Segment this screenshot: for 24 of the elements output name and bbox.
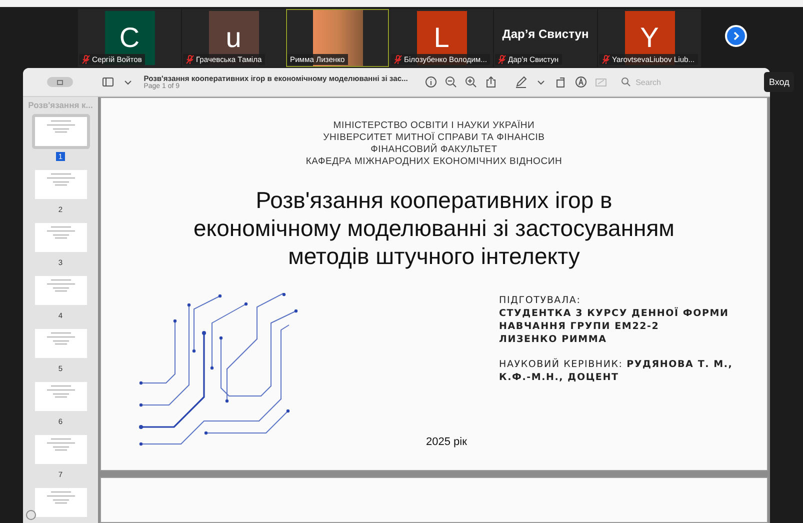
slide-title: методів штучного інтелекту [287,242,581,270]
chevron-right-icon [731,31,741,41]
settings-icon[interactable] [26,510,36,520]
participant-display-name: Дар’я Свистун [502,27,589,41]
supervisor-line: К.Ф.-М.Н., ДОЦЕНТ [499,371,620,384]
page-thumbnail[interactable] [32,114,90,149]
institution-line: ФІНАНСОВИЙ ФАКУЛЬТЕТ [370,144,498,156]
supervisor-line: НАУКОВИЙ КЕРІВНИК: РУДЯНОВА Т. М., [499,358,733,371]
author-line: ЛИЗЕНКО РИММА [499,333,608,346]
prepared-label: ПІДГОТУВАЛА: [499,294,582,307]
search-field[interactable]: Search [634,76,758,88]
slide-title: Розв'язання кооперативних ігор в [254,186,614,214]
slide-title: економічному моделюванні зі застосуванням [193,214,674,242]
institution-line: КАФЕДРА МІЖНАРОДНИХ ЕКОНОМІЧНИХ ВІДНОСИН [306,156,562,168]
sidebar-title: Розв'язання к... [28,100,93,110]
sidebar-toggle-icon[interactable] [47,77,74,87]
institution-line: МІНІСТЕРСТВО ОСВІТИ І НАУКИ УКРАЇНИ [332,120,536,132]
search-icon [620,77,632,87]
login-button[interactable]: Вход [764,72,794,92]
next-button[interactable] [725,25,747,47]
year-text: 2025 рік [426,436,467,448]
author-line: НАВЧАННЯ ГРУПИ ЕМ22-2 [499,320,660,333]
institution-line: УНІВЕРСИТЕТ МИТНОЇ СПРАВИ ТА ФІНАНСІВ [322,132,546,143]
author-line: СТУДЕНТКА 3 КУРСУ ДЕННОЇ ФОРМИ [499,307,730,320]
